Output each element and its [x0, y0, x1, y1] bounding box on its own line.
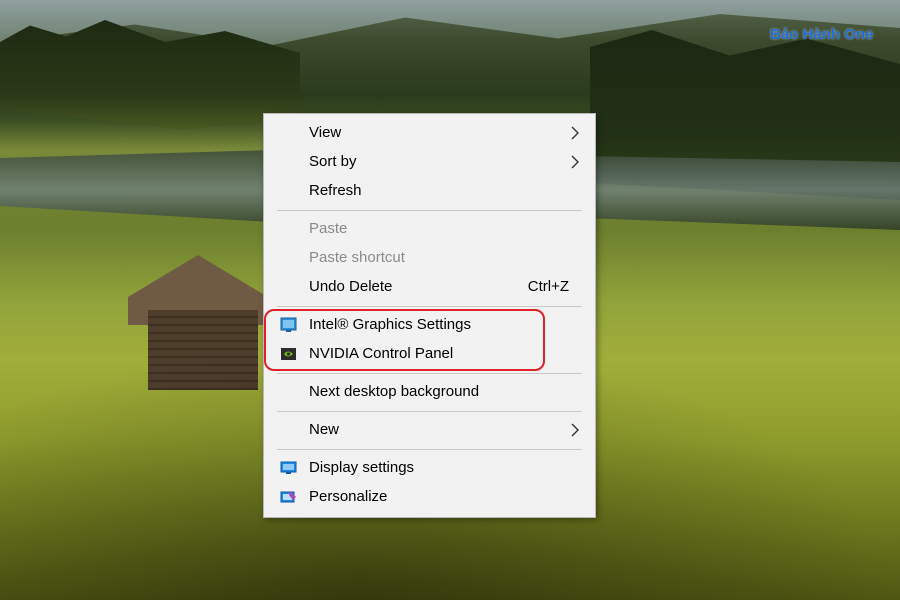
menu-item-label: Display settings: [309, 459, 415, 476]
menu-item-label: Paste: [309, 220, 348, 237]
menu-item-label: Next desktop background: [309, 383, 480, 400]
brand-watermark: Bảo Hành One: [770, 26, 874, 43]
menu-item-label: Sort by: [309, 153, 357, 170]
highlight-outline: [264, 309, 545, 371]
menu-separator: [277, 411, 582, 412]
display-settings-icon: [280, 461, 297, 474]
chevron-right-icon: [571, 155, 579, 168]
menu-item-refresh[interactable]: Refresh: [264, 177, 595, 204]
menu-item-paste-shortcut[interactable]: Paste shortcut: [264, 244, 595, 271]
menu-separator: [277, 449, 582, 450]
menu-item-new[interactable]: New: [264, 416, 595, 443]
menu-separator: [277, 306, 582, 307]
menu-item-undo-delete[interactable]: Undo Delete Ctrl+Z: [264, 273, 595, 300]
menu-item-label: View: [309, 124, 342, 141]
menu-item-personalize[interactable]: Personalize: [264, 483, 595, 510]
menu-separator: [277, 210, 582, 211]
menu-item-label: New: [309, 421, 340, 438]
menu-separator: [277, 373, 582, 374]
menu-item-view[interactable]: View: [264, 119, 595, 146]
menu-item-next-desktop-background[interactable]: Next desktop background: [264, 378, 595, 405]
chevron-right-icon: [571, 423, 579, 436]
menu-item-display-settings[interactable]: Display settings: [264, 454, 595, 481]
chevron-right-icon: [571, 126, 579, 139]
menu-item-label: Refresh: [309, 182, 362, 199]
menu-item-label: Personalize: [309, 488, 388, 505]
menu-item-shortcut: Ctrl+Z: [527, 278, 569, 295]
menu-item-paste[interactable]: Paste: [264, 215, 595, 242]
personalize-icon: [280, 490, 296, 502]
menu-item-sort-by[interactable]: Sort by: [264, 148, 595, 175]
menu-item-label: Paste shortcut: [309, 249, 405, 266]
